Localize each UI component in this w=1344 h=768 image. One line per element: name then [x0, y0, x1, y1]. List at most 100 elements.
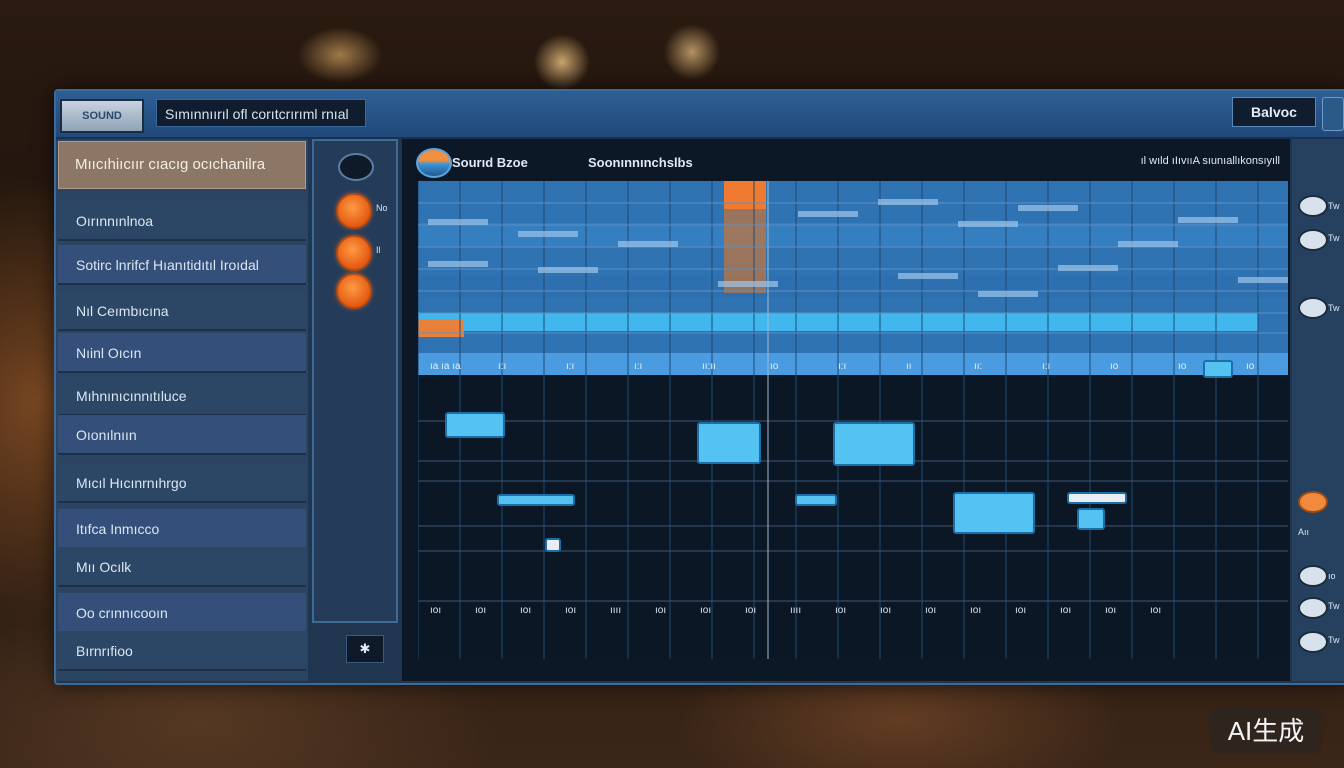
track-text-chunk: [428, 261, 488, 267]
marker-block: [418, 319, 464, 337]
track-band: [418, 276, 1288, 298]
tool-label: No: [376, 203, 388, 213]
audio-clip[interactable]: [1067, 492, 1127, 504]
record-button-icon[interactable]: [336, 235, 372, 271]
lower-track-area: [418, 375, 1288, 659]
sidebar-item[interactable]: Oo crınnıcooın: [58, 593, 306, 633]
left-sidebar: Mııcıhiıcıır cıacıg ocıchanilra Oırınnın…: [56, 139, 308, 681]
speaker-icon[interactable]: [338, 153, 374, 181]
bottom-ruler-label: ıoı: [565, 605, 576, 616]
audio-clip[interactable]: [795, 494, 837, 506]
ruler-label: ı:ı: [634, 361, 642, 372]
sidebar-item[interactable]: Bırnrıfioo: [58, 631, 306, 671]
knob-icon[interactable]: [1298, 229, 1328, 251]
right-label: Tw: [1328, 601, 1340, 611]
sidebar-item[interactable]: Oıonılnıın: [58, 415, 306, 455]
sidebar-header[interactable]: Mııcıhiıcıır cıacıg ocıchanilra: [58, 141, 306, 189]
sidebar-item[interactable]: Nıinl Oıcın: [58, 333, 306, 373]
knob-icon[interactable]: [1298, 297, 1328, 319]
ruler-label: ıa ıa ıa: [430, 361, 461, 372]
audio-clip[interactable]: [697, 422, 761, 464]
sidebar-item[interactable]: Mıhnınıcınnıtıluce: [58, 376, 306, 416]
timeline-grid[interactable]: ıa ıa ıa ı:ı ı:ı ı:ı ıı:ıı ıo ı:ı ıı ıı: ı:ı ıo ıo ı…: [418, 181, 1288, 659]
main-editor: Sourıd Bzoe Soonınnınchslbs ıl wıld ıIıv…: [402, 139, 1290, 681]
ruler-label: ıı: [906, 361, 912, 372]
playhead-region: [724, 209, 766, 293]
audio-clip[interactable]: [953, 492, 1035, 534]
right-label: Tw: [1328, 303, 1340, 313]
ruler-label: ı:ı: [838, 361, 846, 372]
app-title: Sımınnıırıl ofl corıtcrırıml rnıal: [156, 99, 366, 127]
bottom-ruler-label: ıoı: [745, 605, 756, 616]
sound-editor-window: SOUND Sımınnıırıl ofl corıtcrırıml rnıal…: [54, 89, 1344, 685]
sound-label: Sourıd Bzoe: [452, 155, 528, 170]
title-bar: SOUND Sımınnıırıl ofl corıtcrırıml rnıal…: [56, 91, 1344, 139]
window-control-icon[interactable]: [1322, 97, 1344, 131]
bottom-ruler-label: ıııı: [610, 605, 621, 616]
playhead-block[interactable]: [724, 181, 766, 209]
sidebar-item[interactable]: Oırınnınlnoa: [58, 201, 306, 241]
ruler-label: ı:ı: [566, 361, 574, 372]
knob-icon[interactable]: [1298, 565, 1328, 587]
bottom-ruler-label: ıoı: [430, 605, 441, 616]
track-text-chunk: [958, 221, 1018, 227]
track-text-chunk: [1178, 217, 1238, 223]
right-label: Tw: [1328, 201, 1340, 211]
record-button-icon[interactable]: [336, 273, 372, 309]
track-text-chunk: [798, 211, 858, 217]
bottom-ruler-label: ıoı: [925, 605, 936, 616]
orange-knob-icon[interactable]: [1298, 491, 1328, 513]
sidebar-item[interactable]: Mıı Ocılk: [58, 547, 306, 587]
balance-button[interactable]: Balvoc: [1232, 97, 1316, 127]
app-logo: SOUND: [60, 99, 144, 133]
status-text: ıl wıld ıIıvııA sıunıallıkonsıyıll: [1140, 155, 1280, 167]
bottom-ruler-label: ıoı: [1105, 605, 1116, 616]
knob-icon[interactable]: [1298, 631, 1328, 653]
track-text-chunk: [1118, 241, 1178, 247]
track-text-chunk: [1018, 205, 1078, 211]
bottom-ruler-label: ıoı: [520, 605, 531, 616]
audio-clip[interactable]: [1077, 508, 1105, 530]
timeline-canvas[interactable]: ıa ıa ıa ı:ı ı:ı ı:ı ıı:ıı ıo ı:ı ıı ıı: ı:ı ıo ıo ı…: [418, 181, 1288, 659]
audio-clip[interactable]: [545, 538, 561, 552]
ai-watermark: AI生成: [1210, 708, 1322, 754]
sound-icon[interactable]: [416, 148, 452, 178]
track-text-chunk: [538, 267, 598, 273]
knob-icon[interactable]: [1298, 597, 1328, 619]
ruler-label: ıo: [1246, 361, 1255, 372]
ruler-bar: [418, 353, 1288, 375]
ruler-label: ı:ı: [498, 361, 506, 372]
bottom-ruler-label: ıoı: [655, 605, 666, 616]
audio-clip[interactable]: [445, 412, 505, 438]
bottom-ruler-label: ıoı: [880, 605, 891, 616]
right-label: ıo: [1328, 571, 1336, 581]
ruler-label: ıı:: [974, 361, 982, 372]
settings-button[interactable]: ✱: [346, 635, 384, 663]
track-text-chunk: [878, 199, 938, 205]
audio-clip[interactable]: [1203, 360, 1233, 378]
track-text-chunk: [718, 281, 778, 287]
right-label: Tw: [1328, 233, 1340, 243]
track-text-chunk: [618, 241, 678, 247]
sidebar-item[interactable]: Sotirc lnrifcf Hıanıtidıtıl Iroıdal: [58, 245, 306, 285]
ruler-label: ıo: [1178, 361, 1187, 372]
knob-icon[interactable]: [1298, 195, 1328, 217]
sidebar-item[interactable]: Itıfca Inmıcco: [58, 509, 306, 549]
ruler-label: ıo: [770, 361, 779, 372]
record-button-icon[interactable]: [336, 193, 372, 229]
sound-name: Soonınnınchslbs: [588, 155, 693, 170]
audio-clip[interactable]: [833, 422, 915, 466]
audio-clip[interactable]: [497, 494, 575, 506]
track-text-chunk: [518, 231, 578, 237]
tool-label: Il: [376, 245, 381, 255]
bottom-ruler-label: ıoı: [1060, 605, 1071, 616]
bottom-ruler-label: ıoı: [475, 605, 486, 616]
bottom-ruler-label: ıııı: [790, 605, 801, 616]
sidebar-item[interactable]: Mıcıl Hıcınrnıhrgo: [58, 463, 306, 503]
sidebar-item[interactable]: Nıl Ceımbıcına: [58, 291, 306, 331]
ruler-label: ıo: [1110, 361, 1119, 372]
editor-toolbar: Sourıd Bzoe Soonınnınchslbs ıl wıld ıIıv…: [416, 145, 1280, 179]
right-label: Aıı: [1298, 527, 1310, 537]
track-text-chunk: [898, 273, 958, 279]
right-label: Tw: [1328, 635, 1340, 645]
